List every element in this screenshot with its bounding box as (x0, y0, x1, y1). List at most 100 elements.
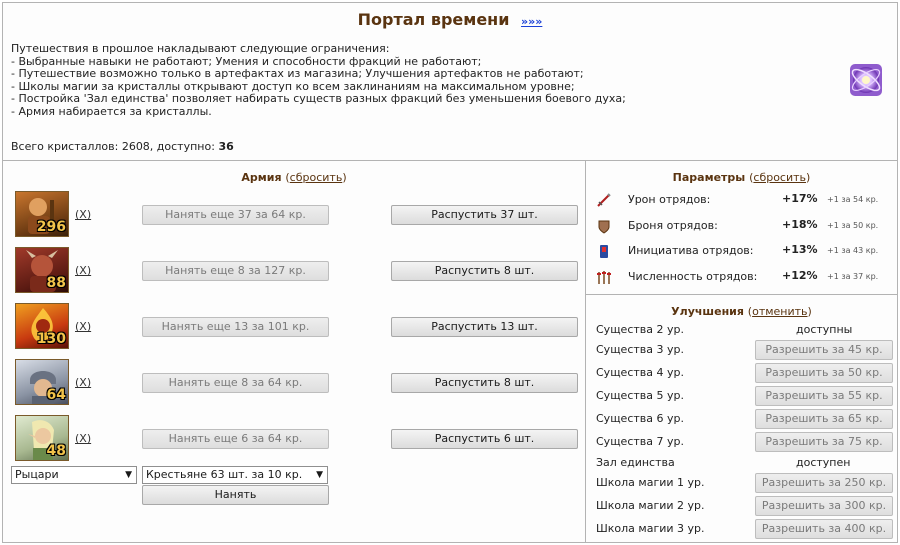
portal-icon (850, 64, 882, 96)
crystals-available: 36 (218, 140, 234, 153)
upgrade-label: Школа магии 2 ур. (596, 499, 705, 512)
faction-select[interactable]: Рыцари ▼ (11, 466, 137, 484)
allow-button[interactable]: Разрешить за 75 кр. (755, 432, 893, 452)
param-cost: +1 за 43 кр. (827, 246, 879, 255)
param-cost: +1 за 37 кр. (827, 272, 879, 281)
upgrade-label: Существа 7 ур. (596, 435, 684, 448)
army-slot[interactable]: 130 (15, 303, 71, 349)
upgrade-row: Школа магии 1 ур. Разрешить за 250 кр. (586, 473, 897, 493)
remove-unit-link[interactable]: (X) (75, 376, 91, 389)
hire-more-button[interactable]: Нанять еще 8 за 127 кр. (142, 261, 329, 281)
army-reset-link[interactable]: сбросить (290, 171, 343, 184)
page-title: Портал времени »»» (3, 10, 897, 29)
peasant-icon: 296 (15, 191, 69, 237)
upgrades-title: Улучшения (отменить) (671, 305, 812, 318)
army-slot[interactable]: 48 (15, 415, 71, 461)
upgrade-label: Существа 4 ур. (596, 366, 684, 379)
elf-icon: 48 (15, 415, 69, 461)
params-reset-link[interactable]: сбросить (753, 171, 806, 184)
param-label: Инициатива отрядов: (628, 244, 754, 257)
unit-count: 88 (46, 275, 66, 291)
knight-icon: 64 (15, 359, 69, 405)
hire-more-button[interactable]: Нанять еще 8 за 64 кр. (142, 373, 329, 393)
damage-icon (597, 193, 611, 207)
more-link[interactable]: »»» (521, 15, 542, 28)
upgrade-row: Существа 7 ур. Разрешить за 75 кр. (586, 432, 897, 452)
allow-button[interactable]: Разрешить за 250 кр. (755, 473, 893, 493)
dismiss-button[interactable]: Распустить 37 шт. (391, 205, 578, 225)
dismiss-button[interactable]: Распустить 8 шт. (391, 373, 578, 393)
upgrade-label: Существа 3 ур. (596, 343, 684, 356)
upgrade-row: Школа магии 2 ур. Разрешить за 300 кр. (586, 496, 897, 516)
param-row[interactable]: Инициатива отрядов: +13% +1 за 43 кр. (586, 242, 897, 260)
page-title-text: Портал времени (357, 10, 510, 29)
param-cost: +1 за 50 кр. (827, 221, 879, 230)
dismiss-button[interactable]: Распустить 13 шт. (391, 317, 578, 337)
param-value: +12% (782, 269, 818, 282)
fire-imp-icon: 130 (15, 303, 69, 349)
upgrade-status: доступны (796, 323, 853, 336)
army-slot[interactable]: 88 (15, 247, 71, 293)
unit-count: 64 (46, 387, 66, 403)
param-row[interactable]: Броня отрядов: +18% +1 за 50 кр. (586, 217, 897, 235)
initiative-icon (600, 245, 608, 258)
upgrade-label: Существа 6 ур. (596, 412, 684, 425)
upgrade-label: Школа магии 1 ур. (596, 476, 705, 489)
upgrade-label: Существа 2 ур. (596, 323, 684, 336)
upgrade-label: Школа магии 3 ур. (596, 522, 705, 535)
upgrade-label: Зал единства (596, 456, 675, 469)
remove-unit-link[interactable]: (X) (75, 320, 91, 333)
army-title: Армия (сбросить) (241, 171, 347, 184)
upgrade-label: Существа 5 ур. (596, 389, 684, 402)
param-label: Численность отрядов: (628, 270, 758, 283)
portal-header: Портал времени »»» Путешествия в прошлое… (3, 3, 897, 161)
dismiss-button[interactable]: Распустить 6 шт. (391, 429, 578, 449)
armor-icon (598, 220, 610, 234)
param-label: Броня отрядов: (628, 219, 718, 232)
army-slot[interactable]: 296 (15, 191, 71, 237)
numbers-icon (597, 271, 611, 284)
upgrades-cancel-link[interactable]: отменить (752, 305, 807, 318)
upgrade-status: доступен (796, 456, 851, 469)
upgrades-panel: Улучшения (отменить) Существа 2 ур. дост… (586, 295, 897, 542)
restriction-line: Путешествия в прошлое накладывают следую… (11, 42, 390, 55)
unit-count: 296 (36, 219, 66, 235)
param-value: +18% (782, 218, 818, 231)
param-row[interactable]: Численность отрядов: +12% +1 за 37 кр. (586, 268, 897, 286)
param-value: +17% (782, 192, 818, 205)
army-slot[interactable]: 64 (15, 359, 71, 405)
hire-button[interactable]: Нанять (142, 485, 329, 505)
chevron-down-icon: ▼ (316, 470, 323, 480)
unit-count: 48 (46, 443, 66, 459)
param-value: +13% (782, 243, 818, 256)
remove-unit-link[interactable]: (X) (75, 208, 91, 221)
remove-unit-link[interactable]: (X) (75, 264, 91, 277)
allow-button[interactable]: Разрешить за 50 кр. (755, 363, 893, 383)
unit-select[interactable]: Крестьяне 63 шт. за 10 кр. ▼ (142, 466, 328, 484)
demon-icon: 88 (15, 247, 69, 293)
hire-more-button[interactable]: Нанять еще 13 за 101 кр. (142, 317, 329, 337)
army-panel: Армия (сбросить) 296 (X) Нанять еще 37 з… (3, 161, 586, 542)
allow-button[interactable]: Разрешить за 300 кр. (755, 496, 893, 516)
restriction-line: - Армия набирается за кристаллы. (11, 104, 212, 118)
unit-count: 130 (36, 331, 66, 347)
remove-unit-link[interactable]: (X) (75, 432, 91, 445)
allow-button[interactable]: Разрешить за 65 кр. (755, 409, 893, 429)
hire-more-button[interactable]: Нанять еще 6 за 64 кр. (142, 429, 329, 449)
restriction-line: - Постройка 'Зал единства' позволяет наб… (11, 92, 626, 105)
upgrade-row: Школа магии 3 ур. Разрешить за 400 кр. (586, 519, 897, 539)
hire-more-button[interactable]: Нанять еще 37 за 64 кр. (142, 205, 329, 225)
param-row[interactable]: Урон отрядов: +17% +1 за 54 кр. (586, 191, 897, 209)
dismiss-button[interactable]: Распустить 8 шт. (391, 261, 578, 281)
upgrade-row: Существа 4 ур. Разрешить за 50 кр. (586, 363, 897, 383)
param-label: Урон отрядов: (628, 193, 711, 206)
portal-page: Портал времени »»» Путешествия в прошлое… (2, 2, 898, 543)
upgrade-row: Существа 5 ур. Разрешить за 55 кр. (586, 386, 897, 406)
allow-button[interactable]: Разрешить за 400 кр. (755, 519, 893, 539)
crystals-label: Всего кристаллов: 2608, доступно: (11, 140, 215, 153)
allow-button[interactable]: Разрешить за 55 кр. (755, 386, 893, 406)
upgrade-row: Существа 3 ур. Разрешить за 45 кр. (586, 340, 897, 360)
allow-button[interactable]: Разрешить за 45 кр. (755, 340, 893, 360)
restrictions-text: Путешествия в прошлое накладывают следую… (11, 42, 831, 118)
chevron-down-icon: ▼ (125, 470, 132, 480)
